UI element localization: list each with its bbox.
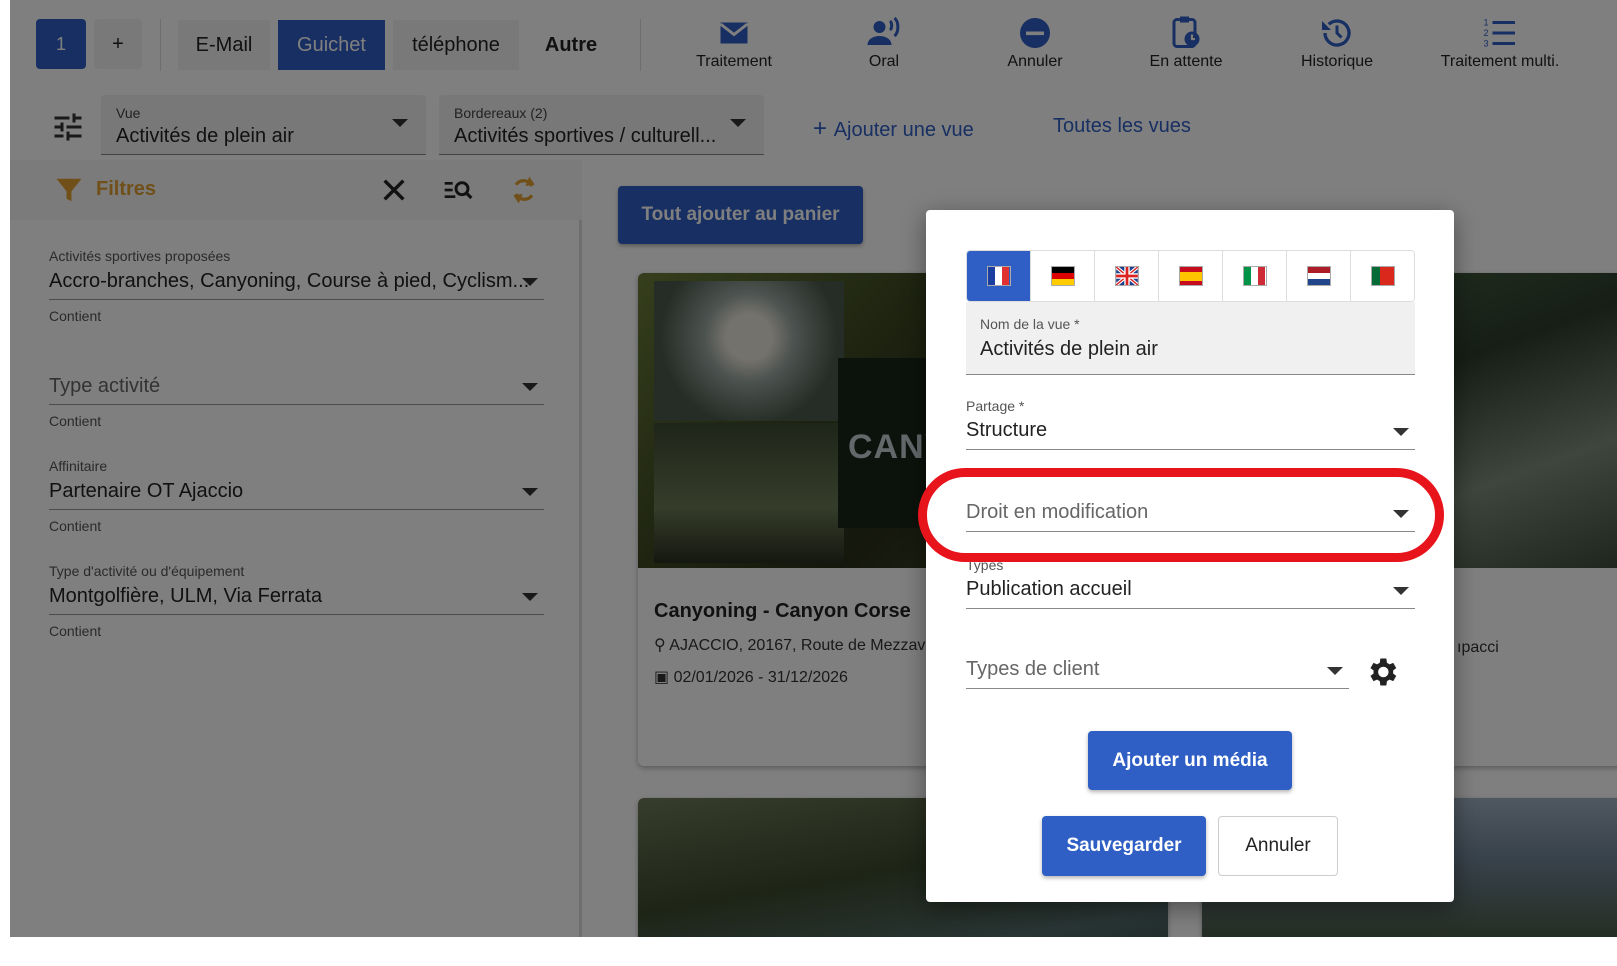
gear-icon[interactable] (1364, 654, 1400, 690)
language-tab-es[interactable] (1159, 251, 1223, 301)
highlight-annotation (918, 468, 1444, 562)
flag-uk-icon (1114, 266, 1139, 286)
chevron-down-icon (1327, 667, 1343, 675)
types-value-text: Publication accueil (966, 578, 1132, 600)
partage-value[interactable]: Structure (966, 414, 1415, 450)
cancel-button[interactable]: Annuler (1218, 816, 1338, 876)
view-name-value[interactable]: Activités de plein air (980, 338, 1158, 361)
flag-pt-icon (1370, 266, 1395, 286)
add-view-dialog: Nom de la vue * Activités de plein air P… (918, 210, 1454, 902)
types-client-value[interactable]: Types de client (966, 653, 1349, 689)
flag-es-icon (1178, 266, 1203, 286)
language-tab-en[interactable] (1095, 251, 1159, 301)
view-name-field[interactable]: Nom de la vue * Activités de plein air (966, 302, 1415, 375)
save-button[interactable]: Sauvegarder (1042, 816, 1206, 876)
view-name-label: Nom de la vue * (980, 316, 1080, 332)
chevron-down-icon (1393, 587, 1409, 595)
language-tab-fr[interactable] (967, 251, 1031, 301)
chevron-down-icon (1393, 428, 1409, 436)
screen-margin-bottom (0, 937, 1617, 966)
types-client-placeholder-text: Types de client (966, 658, 1100, 680)
types-client-select[interactable]: Types de client (966, 653, 1349, 689)
types-select[interactable]: Types Publication accueil (966, 557, 1415, 609)
partage-select[interactable]: Partage * Structure (966, 398, 1415, 450)
language-tabs (966, 250, 1415, 302)
language-tab-it[interactable] (1223, 251, 1287, 301)
language-tab-pt[interactable] (1351, 251, 1414, 301)
screen-margin-left (0, 0, 10, 966)
language-tab-nl[interactable] (1287, 251, 1351, 301)
flag-it-icon (1242, 266, 1267, 286)
types-value[interactable]: Publication accueil (966, 573, 1415, 609)
add-media-button[interactable]: Ajouter un média (1088, 731, 1292, 790)
language-tab-de[interactable] (1031, 251, 1095, 301)
flag-de-icon (1050, 266, 1075, 286)
partage-label: Partage * (966, 398, 1025, 414)
partage-value-text: Structure (966, 419, 1048, 441)
flag-nl-icon (1306, 266, 1331, 286)
flag-fr-icon (986, 266, 1011, 286)
